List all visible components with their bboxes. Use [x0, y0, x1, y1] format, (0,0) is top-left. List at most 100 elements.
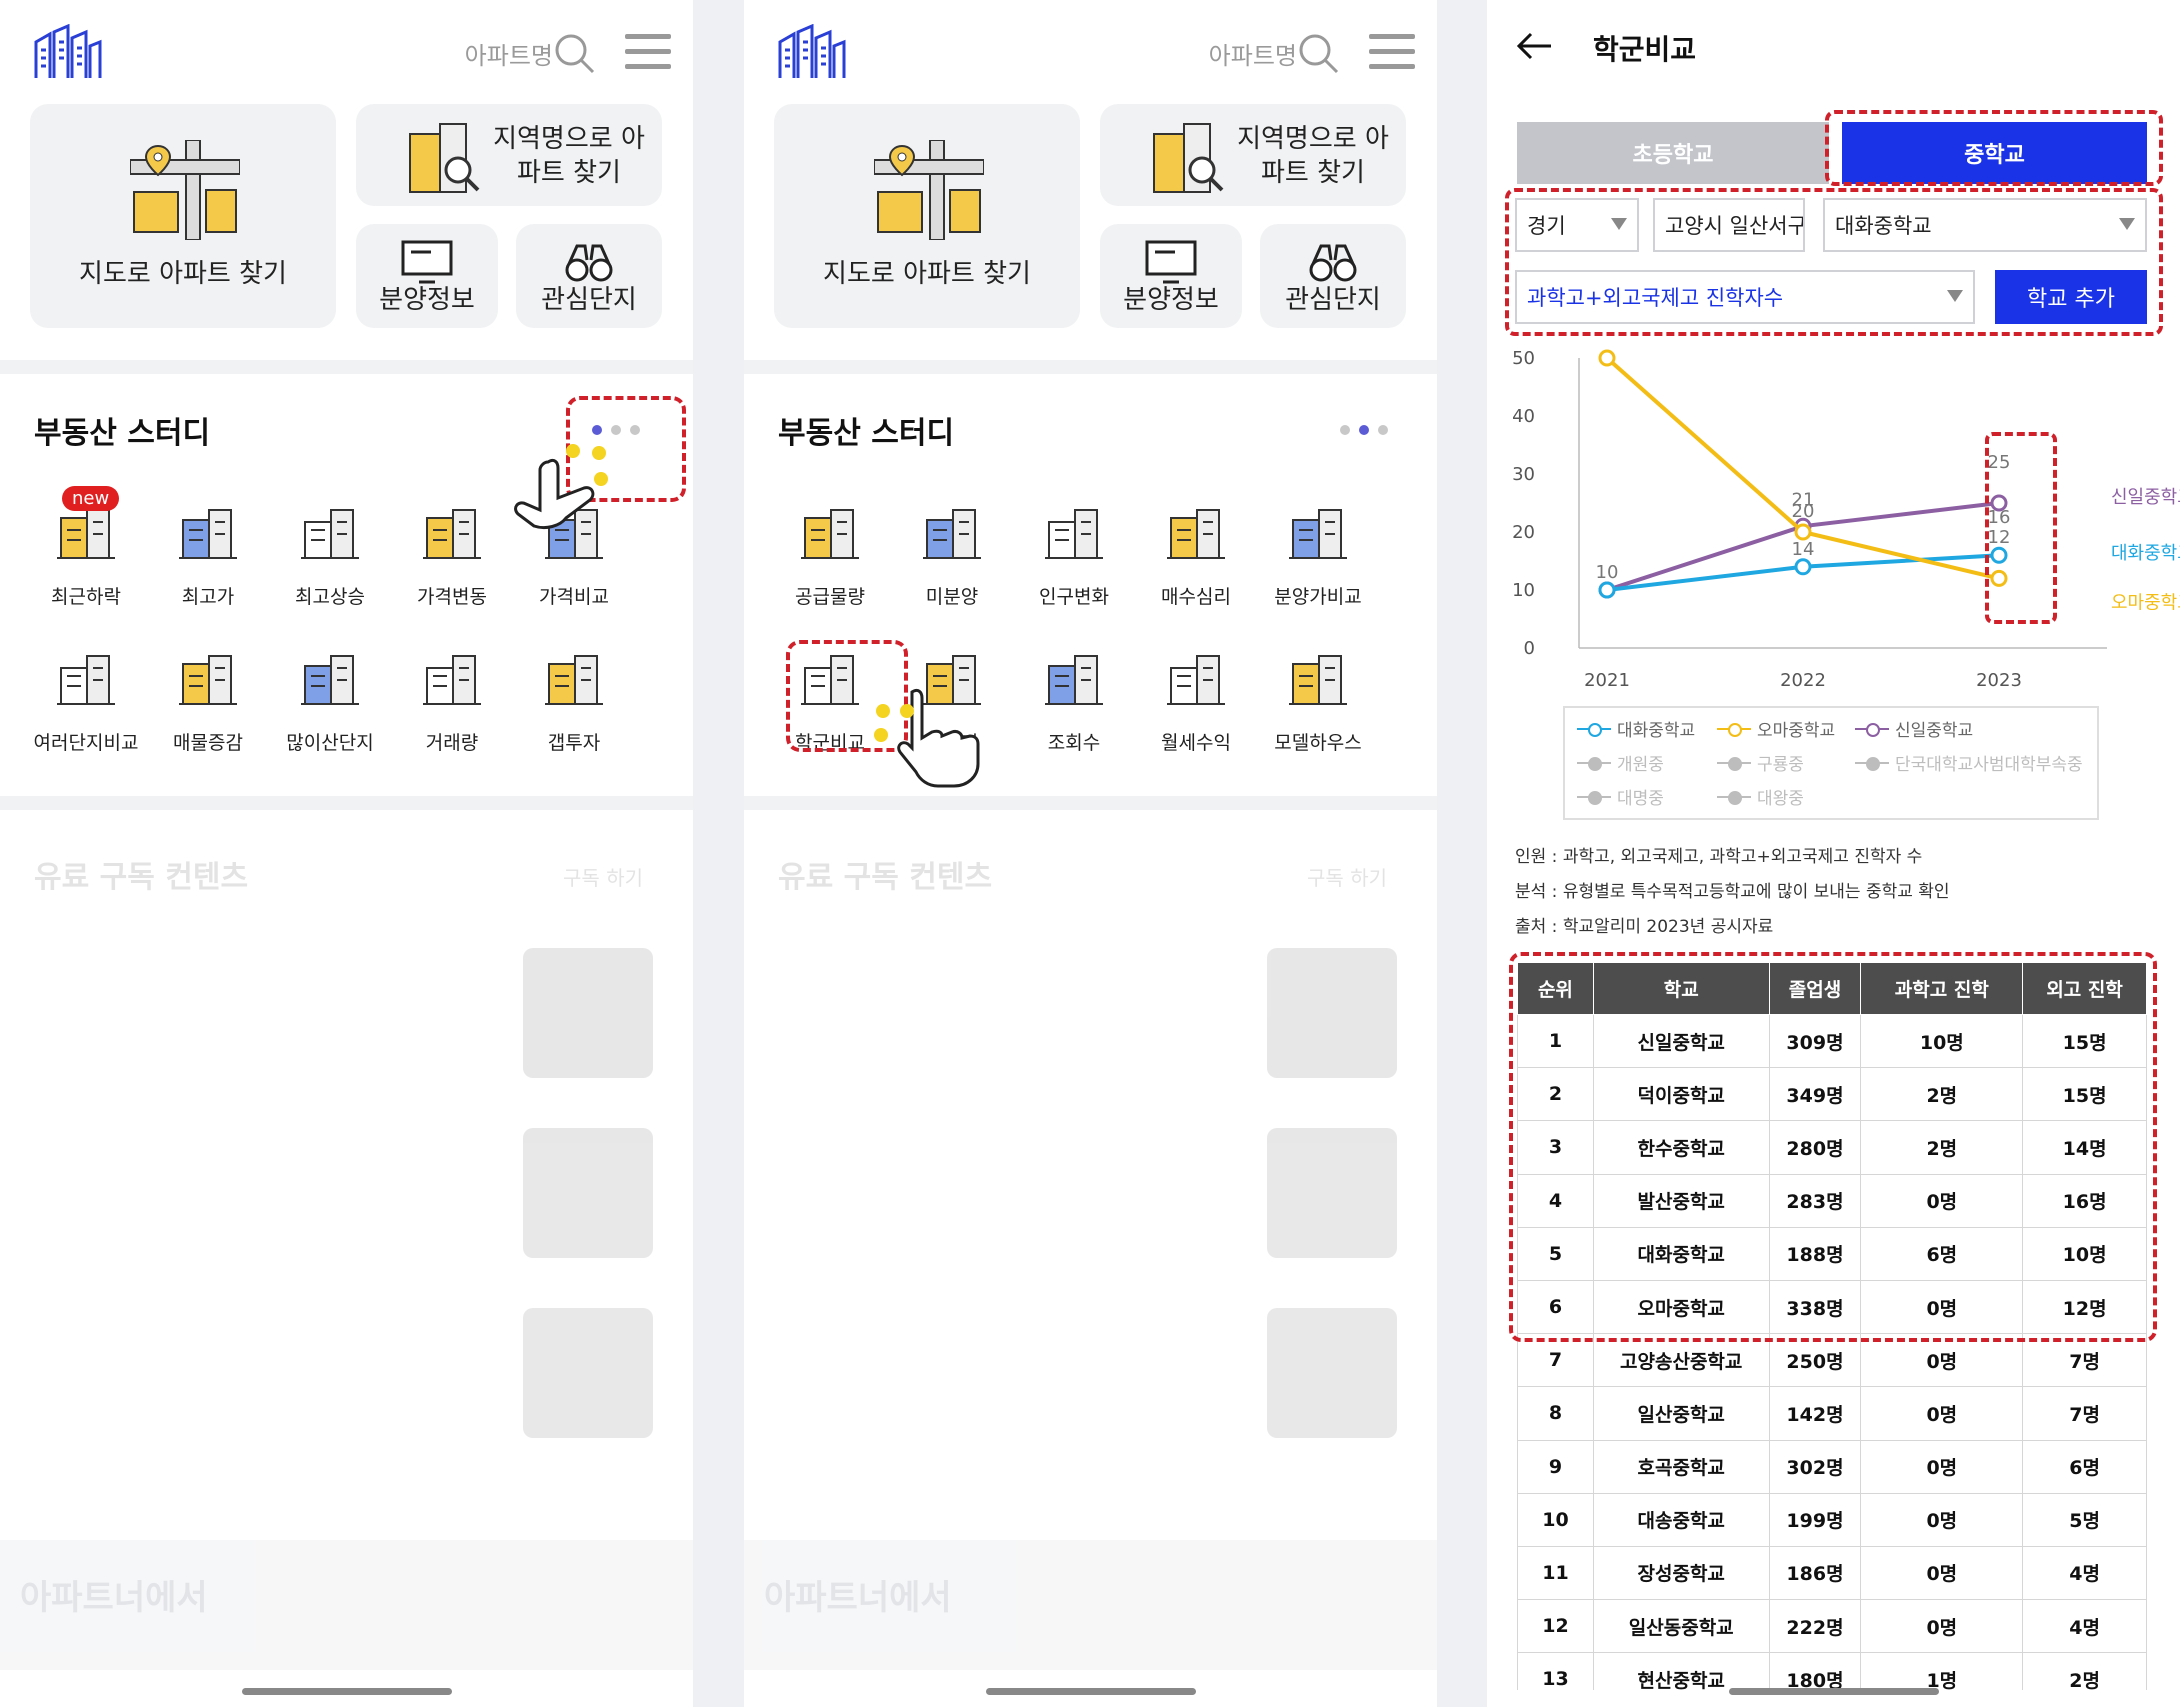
table-cell: 6명	[2022, 1439, 2147, 1494]
page-dot-2[interactable]	[1359, 425, 1369, 435]
study-item-sale-price-compare[interactable]: 분양가비교	[1256, 500, 1380, 609]
app-header: 아파트명	[0, 0, 693, 100]
study-item-listing-change[interactable]: 매물증감	[146, 646, 270, 755]
map-search-card[interactable]: 지도로 아파트 찾기	[774, 104, 1080, 328]
tab-elementary[interactable]: 초등학교	[1517, 122, 1829, 184]
table-row[interactable]: 12 일산동중학교 222명 0명 4명	[1517, 1599, 2147, 1654]
faded-thumbnail	[1267, 948, 1397, 1078]
study-item-rent-income[interactable]: 월세수익	[1134, 646, 1258, 755]
legend-item-disabled[interactable]: 대왕중	[1717, 784, 1804, 809]
legend-item-disabled[interactable]: 개원중	[1577, 750, 1664, 775]
table-row[interactable]: 11 장성중학교 186명 0명 4명	[1517, 1545, 2147, 1601]
faded-content-row[interactable]	[34, 1308, 653, 1448]
legend-item-disabled[interactable]: 단국대학교사범대학부속중	[1855, 750, 2083, 775]
study-item-label: 최고상승	[295, 586, 365, 608]
study-item-gap-investment[interactable]: 갭투자	[512, 646, 636, 755]
table-cell: 0명	[1860, 1439, 2024, 1494]
home-indicator[interactable]	[1728, 1688, 1939, 1695]
study-item-views[interactable]: 조회수	[1012, 646, 1136, 755]
study-item-population[interactable]: 인구변화	[1012, 500, 1136, 609]
search-placeholder[interactable]: 아파트명	[1209, 36, 1297, 71]
home-indicator[interactable]	[985, 1688, 1196, 1695]
study-item-price-rise[interactable]: 최고상승	[268, 500, 392, 609]
search-icon[interactable]	[553, 32, 597, 76]
study-item-top-price[interactable]: 최고가	[146, 500, 270, 609]
faded-thumbnail	[523, 1308, 653, 1438]
x-tick-label: 2021	[1584, 670, 1630, 691]
page-title: 학군비교	[1593, 33, 1697, 66]
region-search-card[interactable]: 지역명으로 아파트 찾기	[1100, 104, 1406, 206]
table-row[interactable]: 8 일산중학교 142명 0명 7명	[1517, 1386, 2147, 1441]
faded-subscribe-link[interactable]: 구독 하기	[1307, 862, 1387, 891]
favorite-complex-card[interactable]: 관심단지	[1260, 224, 1406, 328]
faded-content-row[interactable]	[778, 948, 1397, 1088]
map-search-card[interactable]: 지도로 아파트 찾기	[30, 104, 336, 328]
faded-thumbnail	[523, 1128, 653, 1258]
y-tick-label: 30	[1512, 464, 1535, 485]
study-item-price-drop[interactable]: 최근하락	[24, 500, 148, 609]
hamburger-menu-icon[interactable]	[1369, 34, 1415, 70]
study-item-supply[interactable]: 공급물량	[768, 500, 892, 609]
faded-subscribe-link[interactable]: 구독 하기	[563, 862, 643, 891]
trade-volume-icon	[423, 655, 481, 705]
bottom-banner[interactable]: 아파트너에서	[0, 1540, 693, 1670]
sale-info-card[interactable]: 분양정보	[1100, 224, 1242, 328]
highlight-middle-tab	[1825, 110, 2163, 186]
faded-content-row[interactable]	[778, 1308, 1397, 1448]
study-item-model-house[interactable]: 모델하우스	[1256, 646, 1380, 755]
study-item-price-change[interactable]: 가격변동	[390, 500, 514, 609]
home-indicator[interactable]	[241, 1688, 452, 1695]
legend-item[interactable]: 신일중학교	[1855, 716, 1973, 741]
supply-icon	[801, 509, 859, 559]
table-cell: 222명	[1768, 1599, 1862, 1654]
faded-content-row[interactable]	[778, 1128, 1397, 1268]
page-indicator[interactable]	[1340, 420, 1400, 435]
study-item-label: 매물증감	[173, 732, 243, 754]
study-item-buyer-sentiment[interactable]: 매수심리	[1134, 500, 1258, 609]
table-row[interactable]: 9 호곡중학교 302명 0명 6명	[1517, 1439, 2147, 1494]
study-item-unsold[interactable]: 미분양	[890, 500, 1014, 609]
legend-item[interactable]: 대화중학교	[1577, 716, 1695, 741]
tap-spark	[594, 472, 608, 486]
table-cell: 13	[1517, 1652, 1594, 1690]
data-label: 14	[1792, 539, 1815, 560]
section-divider	[0, 360, 693, 374]
faded-content-row[interactable]	[34, 1128, 653, 1268]
app-logo-icon[interactable]	[32, 24, 102, 80]
back-arrow-icon[interactable]	[1515, 28, 1555, 64]
legend-label: 구룡중	[1757, 755, 1804, 775]
sale-info-card[interactable]: 분양정보	[356, 224, 498, 328]
hamburger-menu-icon[interactable]	[625, 34, 671, 70]
note-analysis: 분석 : 유형별로 특수목적고등학교에 많이 보내는 중학교 확인	[1515, 882, 1950, 902]
study-item-multi-compare[interactable]: 여러단지비교	[24, 646, 148, 755]
page-dot-1[interactable]	[1340, 425, 1350, 435]
search-icon[interactable]	[1297, 32, 1341, 76]
map-building-icon	[874, 140, 984, 240]
faded-content-row[interactable]	[34, 948, 653, 1088]
table-cell: 186명	[1768, 1545, 1862, 1601]
table-cell: 142명	[1768, 1386, 1862, 1441]
sale-info-label: 분양정보	[379, 285, 475, 315]
legend-item[interactable]: 오마중학교	[1717, 716, 1835, 741]
top-price-icon	[179, 509, 237, 559]
table-row[interactable]: 13 현산중학교 180명 1명 2명	[1517, 1652, 2147, 1690]
app-logo-icon[interactable]	[776, 24, 846, 80]
y-tick-label: 10	[1512, 580, 1535, 601]
study-item-label: 여러단지비교	[33, 732, 139, 754]
table-cell: 호곡중학교	[1592, 1439, 1770, 1494]
page-dot-3[interactable]	[1378, 425, 1388, 435]
study-item-trade-volume[interactable]: 거래량	[390, 646, 514, 755]
legend-item-disabled[interactable]: 구룡중	[1717, 750, 1804, 775]
table-row[interactable]: 10 대송중학교 199명 0명 5명	[1517, 1492, 2147, 1547]
study-item-popular-complex[interactable]: 많이산단지	[268, 646, 392, 755]
legend-marker	[1717, 722, 1751, 737]
multi-compare-icon	[57, 655, 115, 705]
region-search-card[interactable]: 지역명으로 아파트 찾기	[356, 104, 662, 206]
search-placeholder[interactable]: 아파트명	[465, 36, 553, 71]
legend-item-disabled[interactable]: 대명중	[1577, 784, 1664, 809]
favorite-complex-card[interactable]: 관심단지	[516, 224, 662, 328]
tap-spark	[592, 446, 606, 460]
table-cell: 180명	[1768, 1652, 1862, 1690]
sale-info-label: 분양정보	[1123, 285, 1219, 315]
bottom-banner[interactable]: 아파트너에서	[744, 1540, 1437, 1670]
